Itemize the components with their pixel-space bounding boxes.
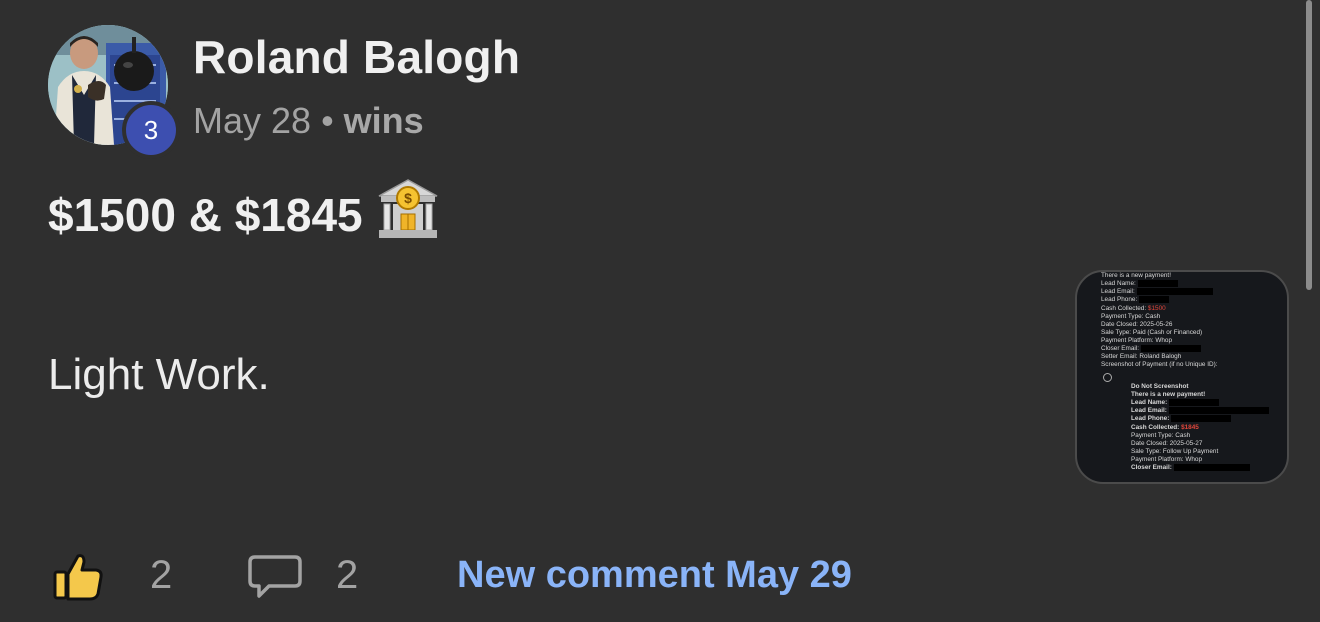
thumb-line: Date Closed: 2025-05-26 <box>1101 320 1173 328</box>
thumb-line: Cash Collected: $1500 <box>1101 304 1166 312</box>
thumbs-up-icon[interactable] <box>52 552 104 607</box>
comment-bubble-icon[interactable] <box>247 553 303 606</box>
author-name[interactable]: Roland Balogh <box>193 30 520 84</box>
thumb-line: Date Closed: 2025-05-27 <box>1131 439 1203 447</box>
like-count[interactable]: 2 <box>150 553 172 598</box>
scrollbar[interactable] <box>1306 0 1312 290</box>
thumb-line: Lead Name: <box>1131 399 1269 407</box>
svg-text:$: $ <box>404 190 412 206</box>
new-comment-link[interactable]: New comment May 29 <box>457 554 852 597</box>
post-date: May 28 <box>193 100 312 141</box>
thumb-line: Payment Platform: Whop <box>1131 455 1203 463</box>
post-title[interactable]: $1500 & $1845 $ <box>48 178 439 251</box>
level-badge: 3 <box>122 101 180 159</box>
thumb-line: Closer Email: <box>1101 344 1218 353</box>
thumb-line: Sale Type: Paid (Cash or Financed) <box>1101 328 1203 336</box>
thumb-line: Lead Phone: <box>1101 296 1218 304</box>
meta-separator: • <box>321 100 334 141</box>
thumbnail-second-message: Do Not Screenshot There is a new payment… <box>1131 383 1269 472</box>
post-actions: 2 2 New comment May 29 <box>0 545 1320 605</box>
thumb-line: Lead Email: <box>1101 288 1218 296</box>
thumb-line: Lead Name: <box>1101 280 1218 288</box>
thumbnail-first-message: There is a new payment! Lead Name: Lead … <box>1101 272 1218 369</box>
post-category[interactable]: wins <box>344 100 424 142</box>
reaction-icon <box>1103 373 1112 382</box>
post-meta: May 28 • wins <box>193 100 424 142</box>
thumb-line: Setter Email: Roland Balogh <box>1101 352 1182 360</box>
thumb-line: Payment Platform: Whop <box>1101 336 1173 344</box>
thumb-line: Payment Type: Cash <box>1131 431 1191 439</box>
post-body: Light Work. <box>48 350 270 399</box>
comment-count[interactable]: 2 <box>336 553 358 598</box>
post-title-text: $1500 & $1845 <box>48 188 363 241</box>
thumb-line: Screenshot of Payment (if no Unique ID): <box>1101 360 1218 368</box>
post-card[interactable]: 3 Roland Balogh May 28 • wins $1500 & $1… <box>0 0 1320 622</box>
thumb-line: Lead Phone: <box>1131 415 1269 423</box>
thumb-line: Do Not Screenshot <box>1131 383 1189 390</box>
thumb-line: There is a new payment! <box>1131 391 1206 398</box>
bank-icon: $ <box>377 178 439 251</box>
thumb-line: Lead Email: <box>1131 407 1269 415</box>
thumb-line: There is a new payment! <box>1101 272 1171 279</box>
thumb-line: Payment Type: Cash <box>1101 312 1161 320</box>
thumb-line: Sale Type: Follow Up Payment <box>1131 447 1219 455</box>
thumb-line: Closer Email: <box>1131 463 1269 472</box>
thumb-line: Cash Collected: $1845 <box>1131 423 1199 431</box>
post-image-thumbnail[interactable]: There is a new payment! Lead Name: Lead … <box>1075 270 1289 484</box>
